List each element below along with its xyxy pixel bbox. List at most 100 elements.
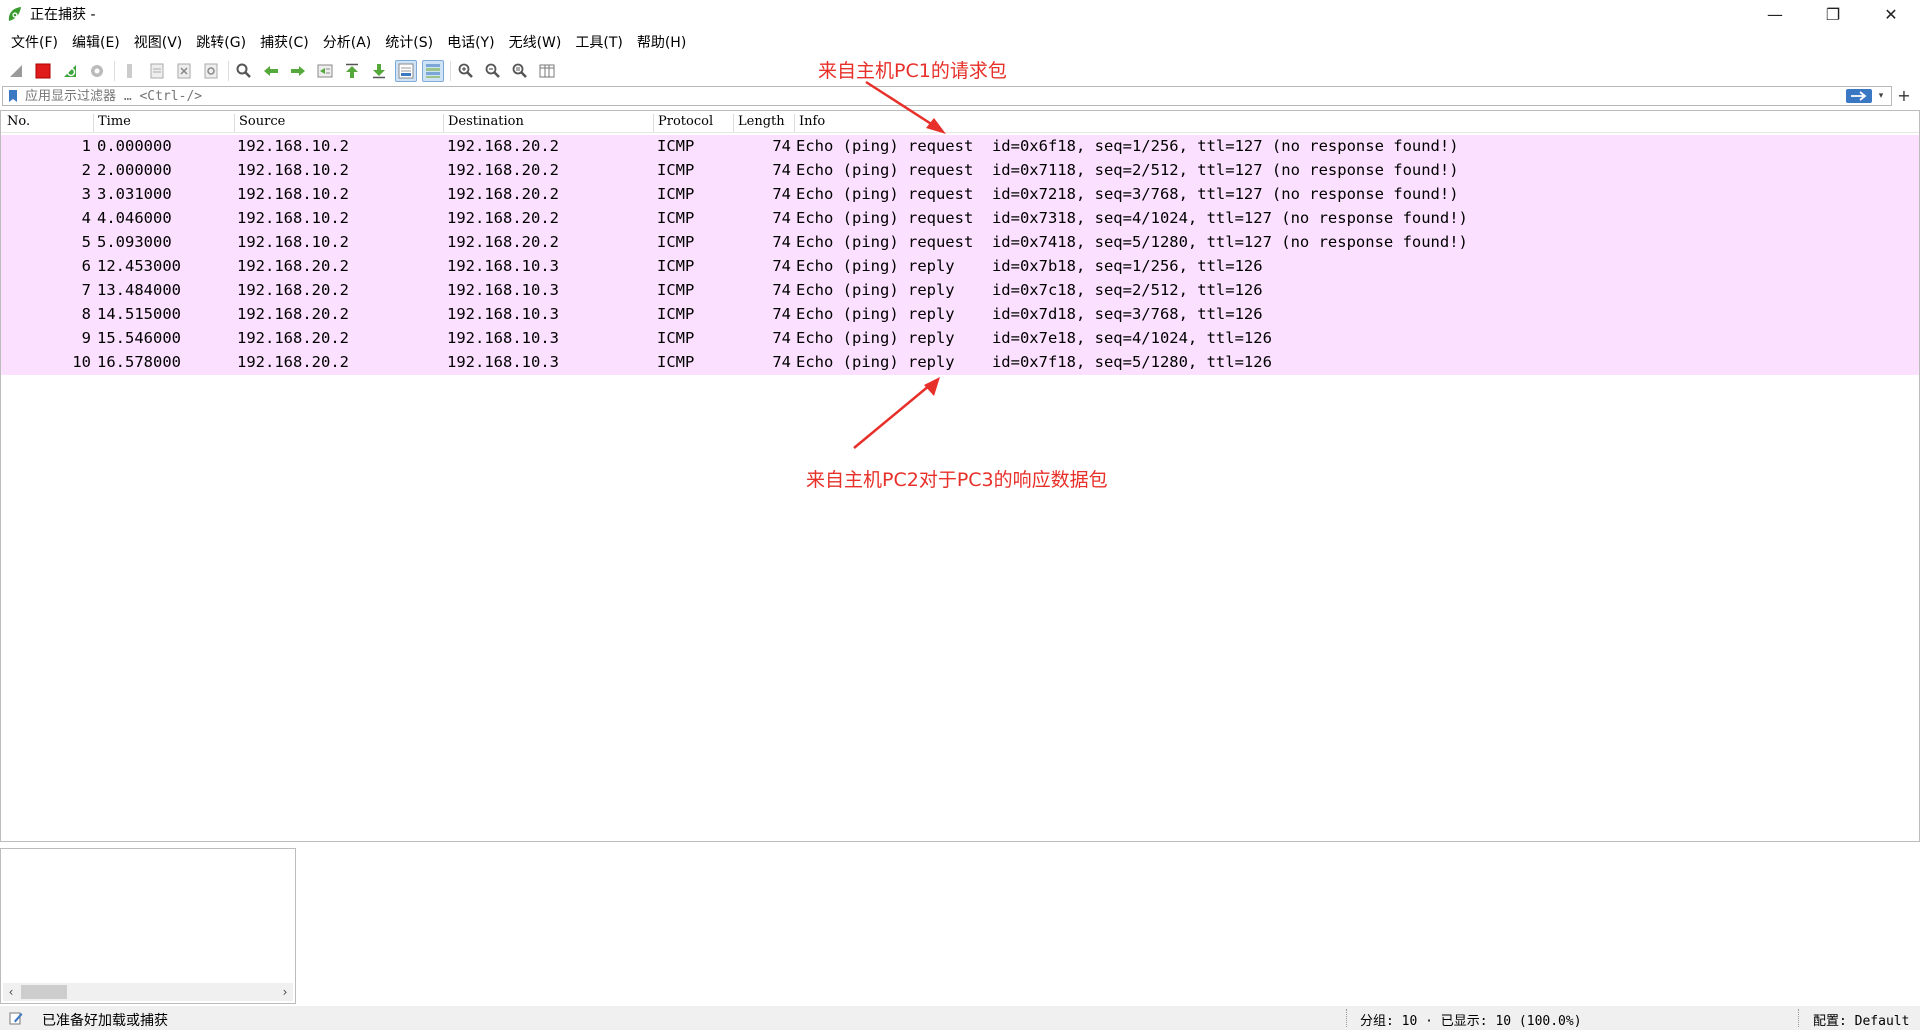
column-header-time[interactable]: Time	[93, 114, 131, 132]
window-title: 正在捕获 -	[30, 7, 96, 23]
column-header-destination[interactable]: Destination	[443, 114, 524, 132]
packet-destination: 192.168.10.3	[447, 353, 559, 371]
filter-history-dropdown[interactable]: ▾	[1875, 91, 1887, 101]
profile-status[interactable]: 配置: Default	[1813, 1010, 1909, 1029]
table-row[interactable]: 4 4.046000 192.168.10.2 192.168.20.2 ICM…	[1, 207, 1919, 231]
go-last-icon[interactable]	[368, 60, 390, 82]
packet-no: 10	[72, 353, 91, 371]
packet-info: Echo (ping) request id=0x6f18, seq=1/256…	[796, 137, 1459, 155]
close-button[interactable]: ✕	[1862, 0, 1920, 28]
zoom-normal-icon[interactable]	[509, 60, 531, 82]
minimize-button[interactable]: —	[1746, 0, 1804, 28]
go-back-icon[interactable]	[260, 60, 282, 82]
menu-tools[interactable]: 工具(T)	[568, 32, 629, 52]
column-header-source[interactable]: Source	[234, 114, 285, 132]
status-bar: 已准备好加载或捕获 分组: 10 · 已显示: 10 (100.0%) 配置: …	[0, 1006, 1920, 1030]
packet-info: Echo (ping) request id=0x7418, seq=5/128…	[796, 233, 1468, 251]
packet-length: 74	[772, 281, 791, 299]
horizontal-scrollbar[interactable]: ‹ ›	[3, 983, 293, 1001]
column-header-length[interactable]: Length	[733, 114, 785, 132]
zoom-out-icon[interactable]	[482, 60, 504, 82]
toolbar-separator	[114, 61, 115, 81]
menu-statistics[interactable]: 统计(S)	[378, 32, 440, 52]
table-row[interactable]: 8 14.515000 192.168.20.2 192.168.10.3 IC…	[1, 303, 1919, 327]
reload-file-icon[interactable]	[200, 60, 222, 82]
table-row[interactable]: 2 2.000000 192.168.10.2 192.168.20.2 ICM…	[1, 159, 1919, 183]
menu-analyze[interactable]: 分析(A)	[316, 32, 379, 52]
menu-edit[interactable]: 编辑(E)	[65, 32, 127, 52]
packet-no: 4	[81, 209, 91, 227]
packet-time: 12.453000	[97, 257, 181, 275]
table-row[interactable]: 6 12.453000 192.168.20.2 192.168.10.3 IC…	[1, 255, 1919, 279]
find-packet-icon[interactable]	[233, 60, 255, 82]
packet-protocol: ICMP	[657, 281, 695, 299]
open-file-icon[interactable]	[119, 60, 141, 82]
stop-capture-icon[interactable]	[32, 60, 54, 82]
packet-time: 4.046000	[97, 209, 172, 227]
title-bar: 正在捕获 - — ❐ ✕	[0, 0, 1920, 28]
capture-options-icon[interactable]	[86, 60, 108, 82]
packet-protocol: ICMP	[657, 209, 695, 227]
bookmark-icon[interactable]	[5, 88, 21, 104]
packet-source: 192.168.20.2	[237, 305, 349, 323]
menu-capture[interactable]: 捕获(C)	[253, 32, 316, 52]
menu-view[interactable]: 视图(V)	[127, 32, 190, 52]
packet-no: 5	[81, 233, 91, 251]
packet-time: 16.578000	[97, 353, 181, 371]
column-header-no[interactable]: No.	[3, 114, 30, 132]
restore-button[interactable]: ❐	[1804, 0, 1862, 28]
packet-no: 1	[81, 137, 91, 155]
packet-destination: 192.168.20.2	[447, 137, 559, 155]
menu-wireless[interactable]: 无线(W)	[502, 32, 569, 52]
packet-info: Echo (ping) reply id=0x7f18, seq=5/1280,…	[796, 353, 1272, 371]
scroll-track[interactable]	[19, 984, 277, 1000]
display-filter-input[interactable]	[21, 87, 1846, 105]
packet-protocol: ICMP	[657, 185, 695, 203]
packet-protocol: ICMP	[657, 305, 695, 323]
packet-destination: 192.168.10.3	[447, 305, 559, 323]
table-row[interactable]: 9 15.546000 192.168.20.2 192.168.10.3 IC…	[1, 327, 1919, 351]
save-file-icon[interactable]	[146, 60, 168, 82]
apply-filter-button[interactable]	[1846, 89, 1872, 103]
packet-info: Echo (ping) reply id=0x7b18, seq=1/256, …	[796, 257, 1263, 275]
packet-source: 192.168.10.2	[237, 137, 349, 155]
restart-capture-icon[interactable]	[59, 60, 81, 82]
colorize-icon[interactable]	[422, 60, 444, 82]
column-header-info[interactable]: Info	[794, 114, 825, 132]
toolbar-separator	[450, 61, 451, 81]
go-forward-icon[interactable]	[287, 60, 309, 82]
zoom-in-icon[interactable]	[455, 60, 477, 82]
resize-columns-icon[interactable]	[536, 60, 558, 82]
scroll-right-icon[interactable]: ›	[277, 985, 293, 999]
table-row[interactable]: 5 5.093000 192.168.10.2 192.168.20.2 ICM…	[1, 231, 1919, 255]
scroll-left-icon[interactable]: ‹	[3, 985, 19, 999]
table-row[interactable]: 10 16.578000 192.168.20.2 192.168.10.3 I…	[1, 351, 1919, 375]
packet-time: 2.000000	[97, 161, 172, 179]
table-row[interactable]: 1 0.000000 192.168.10.2 192.168.20.2 ICM…	[1, 135, 1919, 159]
packet-info: Echo (ping) request id=0x7318, seq=4/102…	[796, 209, 1468, 227]
start-capture-icon[interactable]	[5, 60, 27, 82]
packet-length: 74	[772, 137, 791, 155]
add-filter-button[interactable]: +	[1893, 86, 1915, 105]
scroll-thumb[interactable]	[21, 985, 67, 999]
packet-source: 192.168.20.2	[237, 257, 349, 275]
go-to-packet-icon[interactable]	[314, 60, 336, 82]
packet-length: 74	[772, 233, 791, 251]
table-row[interactable]: 7 13.484000 192.168.20.2 192.168.10.3 IC…	[1, 279, 1919, 303]
menu-bar: 文件(F) 编辑(E) 视图(V) 跳转(G) 捕获(C) 分析(A) 统计(S…	[0, 30, 693, 54]
close-file-icon[interactable]	[173, 60, 195, 82]
packet-destination: 192.168.10.3	[447, 329, 559, 347]
auto-scroll-icon[interactable]	[395, 60, 417, 82]
column-header-protocol[interactable]: Protocol	[653, 114, 713, 132]
packet-length: 74	[772, 161, 791, 179]
packet-details-pane: ‹ ›	[0, 848, 296, 1004]
go-first-icon[interactable]	[341, 60, 363, 82]
menu-file[interactable]: 文件(F)	[4, 32, 65, 52]
packet-protocol: ICMP	[657, 233, 695, 251]
menu-telephony[interactable]: 电话(Y)	[440, 32, 501, 52]
table-row[interactable]: 3 3.031000 192.168.10.2 192.168.20.2 ICM…	[1, 183, 1919, 207]
packet-info: Echo (ping) reply id=0x7d18, seq=3/768, …	[796, 305, 1263, 323]
menu-help[interactable]: 帮助(H)	[630, 32, 693, 52]
menu-go[interactable]: 跳转(G)	[189, 32, 253, 52]
expert-info-icon[interactable]	[8, 1010, 24, 1026]
